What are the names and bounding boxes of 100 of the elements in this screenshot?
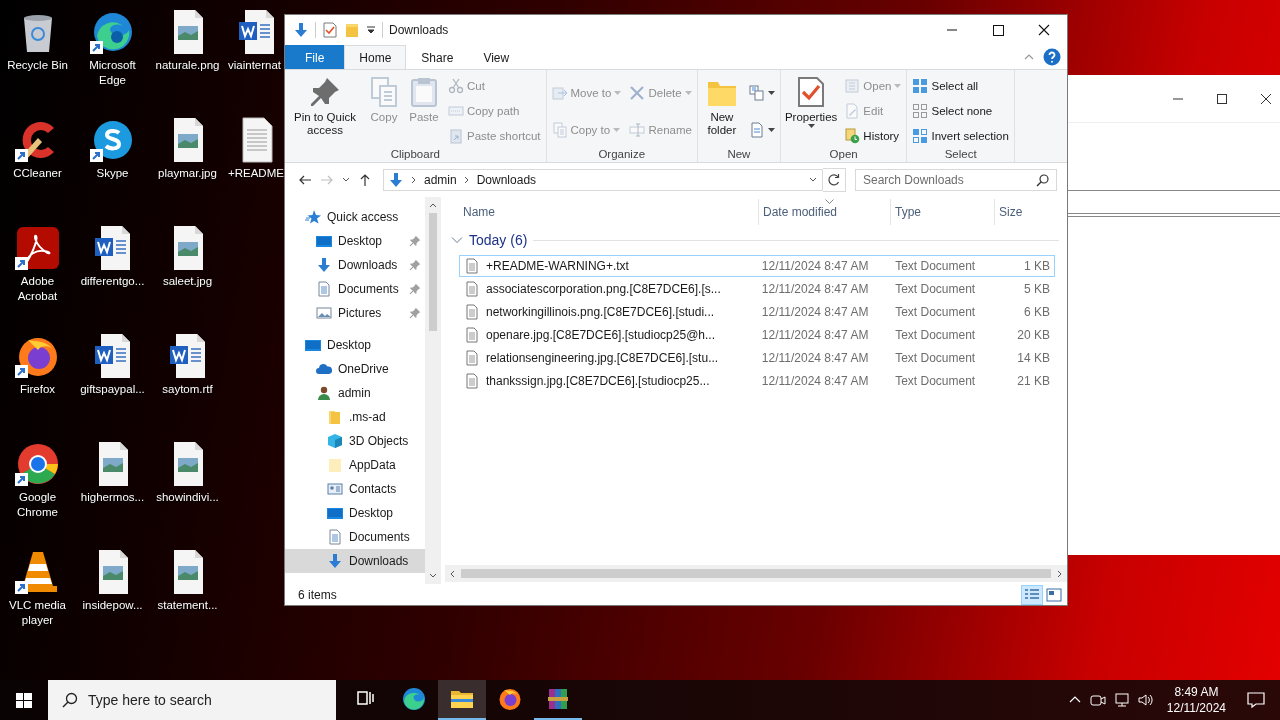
nav-item[interactable]: Desktop — [285, 501, 425, 525]
dropdown-icon[interactable] — [366, 25, 376, 35]
caret-icon — [614, 90, 622, 95]
desktop-icon-label[interactable]: viainternat — [228, 58, 282, 73]
pin-button[interactable]: Pin to Quick access — [287, 74, 363, 139]
desktop-icon-label[interactable]: showindivi... — [151, 490, 224, 505]
breadcrumb[interactable]: Downloads — [476, 173, 537, 187]
scrollbar[interactable] — [425, 197, 441, 584]
scissors-icon — [448, 78, 464, 95]
size-cell-text: 20 KB — [1016, 328, 1051, 342]
nav-item[interactable]: 3D Objects — [285, 429, 425, 453]
column-header[interactable]: Name — [459, 199, 759, 225]
new-folder-button[interactable]: New folder — [699, 74, 744, 139]
desktop-icon-label[interactable]: saytom.rtf — [151, 382, 224, 397]
user-icon — [316, 385, 332, 401]
properties-button[interactable]: Properties — [782, 74, 840, 130]
desktop-icon-label[interactable]: insidepow... — [76, 598, 149, 613]
nav-item[interactable]: Desktop — [285, 333, 425, 357]
shortcut-icon — [448, 127, 464, 144]
search-field[interactable]: Search Downloads — [855, 169, 1057, 191]
file-row[interactable]: relationsengineering.jpg.[C8E7DCE6].[stu... 12/11/2024 8:47 AM Text Document 14 KB — [459, 347, 1055, 369]
file-name: networkingillinois.png.[C8E7DCE6].[studi... — [486, 305, 715, 319]
desktop-icon-label[interactable]: +README — [228, 166, 284, 181]
network-icon[interactable] — [1112, 691, 1131, 709]
nav-item[interactable]: OneDrive — [285, 357, 425, 381]
desktop-icon-label[interactable]: Recycle Bin — [1, 58, 74, 73]
desktop-icon-label[interactable]: VLC media player — [1, 598, 74, 628]
window-title: Downloads — [389, 23, 449, 37]
file-name: thankssign.jpg.[C8E7DCE6].[studiocp25... — [486, 374, 710, 388]
clock[interactable]: 8:49 AM 12/11/2024 — [1160, 684, 1232, 716]
nav-item[interactable]: Documents — [285, 525, 425, 549]
desktop-icon-label[interactable]: naturale.png — [151, 58, 224, 73]
checklist-icon[interactable] — [322, 22, 338, 38]
refresh-icon[interactable] — [823, 168, 846, 192]
caret-icon — [767, 127, 775, 132]
nav-item[interactable]: Contacts — [285, 477, 425, 501]
desktop-icon-label[interactable]: Adobe Acrobat — [1, 274, 74, 304]
column-header[interactable]: Type — [891, 199, 995, 225]
file-tab[interactable]: File — [285, 45, 345, 69]
ribbon-tab[interactable]: View — [468, 45, 525, 69]
scrollbar[interactable] — [445, 565, 1067, 582]
taskbar-app-button[interactable] — [438, 680, 486, 720]
nav-item[interactable]: Desktop — [285, 229, 425, 253]
desktop-icon-label[interactable]: CCleaner — [1, 166, 74, 181]
nav-item[interactable]: AppData — [285, 453, 425, 477]
nav-item[interactable]: Downloads — [285, 549, 425, 573]
breadcrumb[interactable]: admin — [424, 173, 457, 187]
select-none-button[interactable]: Select none — [911, 101, 1010, 121]
nav-item[interactable]: admin — [285, 381, 425, 405]
desktop-icon-label[interactable]: statement... — [151, 598, 224, 613]
desktop-icon-label[interactable]: Skype — [76, 166, 149, 181]
column-header[interactable]: Date modified — [759, 199, 891, 225]
clock-time: 8:49 AM — [1174, 684, 1219, 700]
chevron-right-icon — [462, 176, 471, 184]
address-bar[interactable]: admin Downloads — [383, 169, 823, 191]
text-file-icon — [464, 281, 480, 297]
invert-selection-button[interactable]: Invert selection — [911, 125, 1010, 146]
desktop-icon-label[interactable]: saleet.jpg — [151, 274, 224, 289]
file-row[interactable]: openare.jpg.[C8E7DCE6].[studiocp25@h... 12/11/2024 8:47 AM Text Document 20 KB — [459, 324, 1055, 346]
move-icon — [551, 84, 568, 101]
select-all-button[interactable]: Select all — [911, 76, 1010, 97]
new-item-button[interactable] — [747, 82, 776, 103]
desktop-icon-label[interactable]: differentgo... — [76, 274, 149, 289]
nav-item[interactable]: Pictures — [285, 301, 425, 325]
ribbon-tab[interactable]: Home — [344, 45, 407, 69]
file-row[interactable]: +README-WARNING+.txt 12/11/2024 8:47 AM Text Document 1 KB — [459, 255, 1055, 277]
desktop-icon-label[interactable]: giftspaypal... — [76, 382, 149, 397]
desktop-icon-label[interactable]: Microsoft Edge — [76, 58, 149, 88]
taskbar-search-field[interactable]: Type here to search — [48, 680, 336, 720]
desktop-icon-label[interactable]: Google Chrome — [1, 490, 74, 520]
pin-icon — [309, 76, 341, 108]
download-icon[interactable] — [293, 22, 309, 38]
nav-item[interactable]: Documents — [285, 277, 425, 301]
scroll-thumb[interactable] — [461, 569, 1051, 578]
text-file-icon — [464, 350, 480, 366]
desktop-icon-label[interactable]: playmar.jpg — [151, 166, 224, 181]
column-header[interactable]: Size — [995, 199, 1053, 225]
group-header[interactable]: Today (6) — [469, 232, 528, 248]
close-icon[interactable] — [1260, 92, 1272, 105]
nav-item[interactable]: Quick access — [285, 205, 425, 229]
ribbon-tab[interactable]: Share — [406, 45, 469, 69]
desktop-icon-label[interactable]: highermos... — [76, 490, 149, 505]
volume-icon[interactable] — [1136, 691, 1155, 709]
rename-icon — [629, 121, 646, 138]
help-icon[interactable] — [1043, 48, 1061, 66]
notification-icon[interactable] — [1246, 690, 1266, 710]
nav-item[interactable]: Downloads — [285, 253, 425, 277]
file-row[interactable]: associatescorporation.png.[C8E7DCE6].[s... 12/11/2024 8:47 AM Text Document 5 KB — [459, 278, 1055, 300]
file-row[interactable]: thankssign.jpg.[C8E7DCE6].[studiocp25... 12/11/2024 8:47 AM Text Document 21 KB — [459, 370, 1055, 392]
file-row[interactable]: networkingillinois.png.[C8E7DCE6].[studi... 12/11/2024 8:47 AM Text Document 6 KB — [459, 301, 1055, 323]
history-button[interactable]: History — [843, 125, 903, 146]
folder-icon — [327, 457, 343, 473]
date-cell-text: 12/11/2024 8:47 AM — [760, 259, 870, 273]
desktop-icon-label[interactable]: Firefox — [1, 382, 74, 397]
path-icon — [448, 103, 464, 119]
maximize-icon[interactable] — [1216, 92, 1228, 105]
type-cell-text: Text Document — [894, 259, 977, 273]
nav-item[interactable]: .ms-ad — [285, 405, 425, 429]
scroll-thumb[interactable] — [429, 213, 437, 331]
details-view-button[interactable] — [1021, 584, 1043, 605]
